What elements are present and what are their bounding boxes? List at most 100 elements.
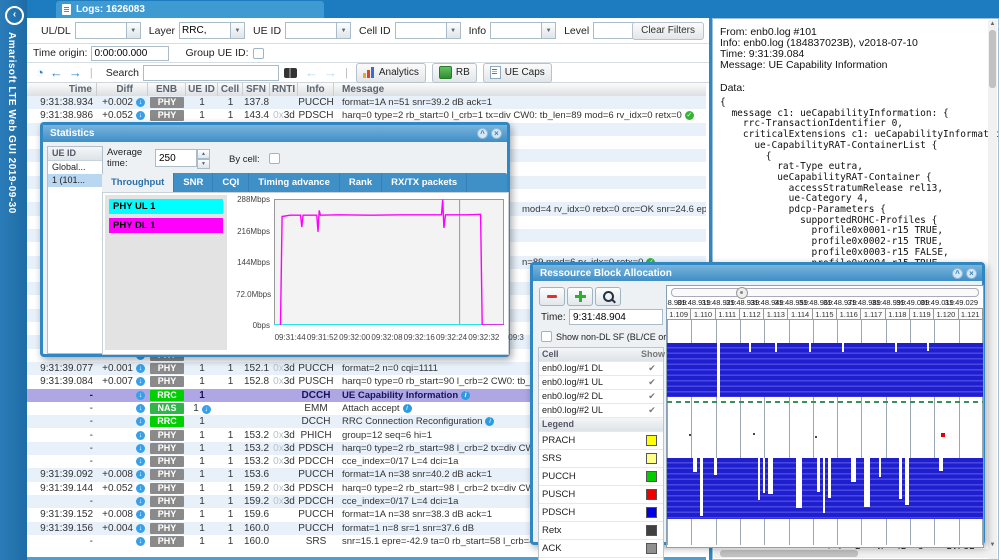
follow-arrow-icon[interactable]: ↓ [136, 470, 145, 479]
collapse-icon[interactable]: ^ [477, 128, 488, 139]
zoom-in-button[interactable] [567, 287, 593, 306]
follow-arrow-icon[interactable]: ↓ [136, 404, 145, 413]
filter-input-0[interactable] [75, 22, 126, 39]
prev-result-icon[interactable]: ← [305, 65, 318, 80]
filter-input-4[interactable] [490, 22, 541, 39]
show-checkbox[interactable]: ✔ [641, 376, 663, 389]
tab-throughput[interactable]: Throughput [102, 173, 174, 192]
column-header-diff[interactable]: Diff [97, 83, 148, 96]
column-header-time[interactable]: Time [27, 83, 97, 96]
column-header-sfn[interactable]: SFN [243, 83, 270, 96]
ue-list-item[interactable]: Global... [48, 161, 102, 174]
table-row[interactable]: 9:31:38.986+0.052↓PHY11143.40x3dPDSCHhar… [27, 109, 706, 122]
follow-arrow-icon[interactable]: ↓ [136, 524, 145, 533]
rb-collapse-icon[interactable]: ^ [952, 268, 963, 279]
legend-label: SRS [539, 453, 646, 464]
tab-rxtxpackets[interactable]: RX/TX packets [382, 173, 467, 192]
follow-arrow-icon[interactable]: ↓ [136, 417, 145, 426]
legend-label: ACK [539, 543, 646, 554]
cell-ueid: 1 [186, 456, 218, 467]
filter-input-3[interactable] [395, 22, 446, 39]
follow-arrow-icon[interactable]: ↓ [136, 484, 145, 493]
follow-arrow-icon[interactable]: ↓ [136, 431, 145, 440]
rb-cell-row[interactable]: enb0.log/#1 UL✔ [539, 376, 663, 390]
chevron-down-icon[interactable]: ▼ [336, 22, 351, 39]
chevron-down-icon[interactable]: ▼ [541, 22, 556, 39]
clear-filters-button[interactable]: Clear Filters [632, 22, 704, 40]
filter-input-2[interactable] [285, 22, 336, 39]
spin-down-icon[interactable]: ▼ [197, 159, 210, 169]
follow-arrow-icon[interactable]: ↓ [136, 497, 145, 506]
chevron-down-icon[interactable]: ▼ [230, 22, 245, 39]
rb-button[interactable]: RB [432, 63, 477, 83]
chevron-down-icon[interactable]: ▼ [126, 22, 141, 39]
filter-input-1[interactable] [179, 22, 230, 39]
follow-arrow-icon[interactable]: ↓ [136, 377, 145, 386]
show-checkbox[interactable]: ✔ [641, 404, 663, 417]
follow-arrow-icon[interactable]: ↓ [136, 510, 145, 519]
by-cell-checkbox[interactable] [269, 153, 280, 164]
info-icon[interactable]: i [403, 404, 412, 413]
follow-arrow-icon[interactable]: ↓ [136, 111, 145, 120]
rb-close-icon[interactable]: × [966, 268, 977, 279]
tab-snr[interactable]: SNR [174, 173, 213, 192]
rb-dialog-titlebar[interactable]: Ressource Block Allocation ^ × [533, 265, 982, 281]
tab-cqi[interactable]: CQI [213, 173, 249, 192]
rb-cell-row[interactable]: enb0.log/#2 DL✔ [539, 390, 663, 404]
follow-arrow-icon[interactable]: ↓ [136, 444, 145, 453]
zoom-out-button[interactable] [539, 287, 565, 306]
history-icon[interactable]: ◔ [36, 65, 44, 80]
rb-cell-row[interactable]: enb0.log/#1 DL✔ [539, 362, 663, 376]
chevron-down-icon[interactable]: ▼ [446, 22, 461, 39]
column-header-rnti[interactable]: RNTI [270, 83, 298, 96]
tab-logs[interactable]: Logs: 1626083 [56, 1, 324, 18]
back-icon[interactable]: ← [50, 65, 63, 80]
show-checkbox[interactable]: ✔ [641, 390, 663, 403]
rb-table-header: CellShow [539, 348, 663, 362]
scroll-up-icon[interactable]: ▲ [988, 21, 997, 27]
show-checkbox[interactable]: ✔ [641, 362, 663, 375]
follow-arrow-icon[interactable]: ↓ [136, 457, 145, 466]
rb-zoom-slider[interactable] [671, 288, 979, 297]
column-header-enb[interactable]: ENB [148, 83, 186, 96]
column-header-info[interactable]: Info [298, 83, 334, 96]
column-header-ueid[interactable]: UE ID [186, 83, 218, 96]
inspect-button[interactable] [595, 287, 621, 306]
forward-icon[interactable]: → [69, 65, 82, 80]
close-icon[interactable]: × [491, 128, 502, 139]
next-result-icon[interactable]: → [324, 65, 337, 80]
follow-arrow-icon[interactable]: ↓ [136, 391, 145, 400]
show-nondl-checkbox[interactable] [541, 331, 552, 342]
column-header-cell[interactable]: Cell [218, 83, 243, 96]
scroll-down-icon[interactable]: ▼ [988, 542, 997, 548]
throughput-chart: PHY UL 1PHY DL 1 288Mbps216Mbps144Mbps72… [102, 192, 509, 355]
vertical-scrollbar[interactable]: ▲ ▼ [988, 20, 997, 560]
spin-up-icon[interactable]: ▲ [197, 149, 210, 159]
column-header-message[interactable]: Message [334, 83, 706, 96]
time-origin-input[interactable] [91, 46, 169, 61]
vertical-scroll-thumb[interactable] [989, 30, 996, 88]
binoculars-icon[interactable] [284, 68, 297, 78]
info-icon[interactable]: i [485, 417, 494, 426]
rb-cell-row[interactable]: enb0.log/#2 UL✔ [539, 404, 663, 418]
frame-label: 1.121 [959, 309, 983, 319]
sidebar-expand-icon[interactable]: ‹ [5, 6, 24, 25]
search-input[interactable] [143, 65, 279, 81]
x-axis-label: 09:32:16 [401, 333, 437, 342]
group-ue-checkbox[interactable] [253, 48, 264, 59]
table-row[interactable]: 9:31:38.934+0.002↓PHY11137.8PUCCHformat=… [27, 96, 706, 109]
tab-rank[interactable]: Rank [340, 173, 382, 192]
follow-arrow-icon[interactable]: ↓ [202, 405, 211, 414]
rb-time-input[interactable] [569, 309, 663, 325]
follow-arrow-icon[interactable]: ↓ [136, 98, 145, 107]
ue-caps-button[interactable]: UE Caps [483, 63, 552, 83]
info-icon[interactable]: i [461, 391, 470, 400]
tab-timingadvance[interactable]: Timing advance [249, 173, 340, 192]
ue-list-item[interactable]: 1 (101... [48, 174, 102, 187]
analytics-button[interactable]: Analytics [356, 63, 426, 83]
average-time-input[interactable] [155, 149, 197, 167]
statistics-dialog-titlebar[interactable]: Statistics ^ × [43, 125, 507, 142]
follow-arrow-icon[interactable]: ↓ [136, 364, 145, 373]
time-origin-bar: Time origin: Group UE ID: [27, 44, 710, 63]
follow-arrow-icon[interactable]: ↓ [136, 537, 145, 546]
